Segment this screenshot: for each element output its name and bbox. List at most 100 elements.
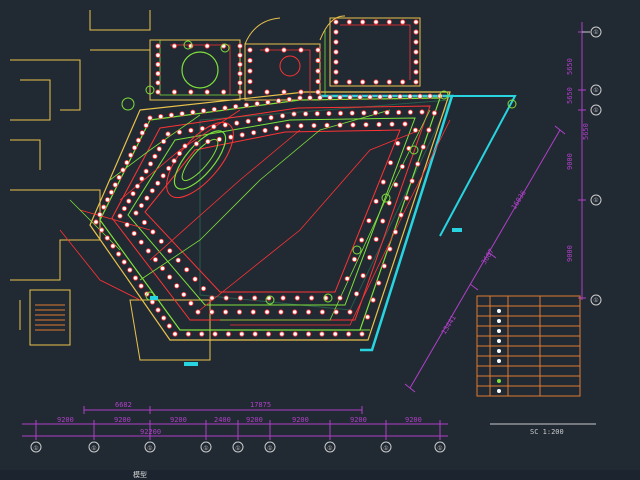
light-fixture xyxy=(211,106,217,113)
light-fixture xyxy=(200,285,207,292)
light-fixture xyxy=(172,331,178,337)
light-fixture xyxy=(168,112,175,118)
light-fixture xyxy=(149,299,156,305)
light-fixture xyxy=(124,159,130,166)
light-fixture xyxy=(264,309,270,315)
light-fixture xyxy=(389,121,395,127)
light-fixture xyxy=(236,309,243,315)
light-fixture xyxy=(131,230,137,237)
light-fixture xyxy=(387,160,394,166)
light-fixture xyxy=(211,124,217,130)
light-fixture xyxy=(212,331,218,337)
light-fixture xyxy=(127,267,133,273)
light-fixture xyxy=(99,227,105,233)
light-fixture xyxy=(254,101,260,107)
light-fixture xyxy=(346,79,352,85)
light-fixture xyxy=(347,309,353,315)
light-fixture xyxy=(373,236,379,242)
light-fixture xyxy=(297,95,303,101)
light-fixture xyxy=(131,145,138,151)
light-fixture xyxy=(412,127,419,133)
light-fixture xyxy=(265,331,272,337)
light-fixture xyxy=(124,222,130,228)
light-fixture xyxy=(332,331,338,337)
light-fixture xyxy=(417,93,423,99)
light-fixture xyxy=(149,188,155,194)
light-fixture xyxy=(333,49,339,55)
light-fixture xyxy=(179,111,185,117)
light-fixture xyxy=(222,105,228,111)
light-fixture xyxy=(156,146,162,152)
light-fixture xyxy=(209,309,215,315)
light-fixture xyxy=(120,167,126,173)
light-fixture xyxy=(247,89,253,95)
light-fixture xyxy=(171,158,177,164)
bottom-dim-label: 9200 xyxy=(170,416,187,424)
light-fixture xyxy=(291,111,297,117)
axis-bubble-label: ① xyxy=(593,107,598,114)
light-fixture xyxy=(155,180,161,186)
light-fixture xyxy=(237,89,243,95)
light-fixture xyxy=(138,202,145,209)
light-fixture xyxy=(166,323,172,329)
light-fixture xyxy=(225,331,232,337)
light-fixture xyxy=(237,80,243,86)
light-fixture xyxy=(294,295,300,301)
light-fixture xyxy=(415,161,421,167)
light-fixture xyxy=(101,204,107,210)
light-fixture xyxy=(181,291,187,298)
light-fixture xyxy=(234,120,240,126)
light-fixture xyxy=(333,19,339,25)
light-fixture xyxy=(395,140,401,146)
light-fixture xyxy=(155,43,161,49)
bottom-dim-label: 2400 xyxy=(214,416,231,424)
bottom-axis-bubbles: ① ① ① ① ① ① ① ① ① xyxy=(30,441,446,453)
light-fixture xyxy=(237,61,243,68)
light-fixture xyxy=(199,331,205,337)
light-fixture xyxy=(314,111,320,117)
light-fixture xyxy=(264,47,270,53)
light-fixture xyxy=(298,123,304,129)
light-fixture xyxy=(195,309,201,315)
light-fixture xyxy=(351,256,358,262)
light-fixture xyxy=(327,94,333,101)
legend-table xyxy=(476,295,581,397)
bottom-dim-label: 9200 xyxy=(405,416,422,424)
light-fixture xyxy=(285,123,291,129)
right-dim-2: 5650 xyxy=(566,87,574,104)
light-fixture xyxy=(392,229,399,235)
light-fixture xyxy=(174,283,180,289)
light-fixture xyxy=(193,141,200,147)
legend-symbols xyxy=(497,309,501,393)
light-fixture xyxy=(247,57,253,64)
light-fixture xyxy=(188,300,194,306)
light-fixture xyxy=(115,251,122,257)
light-fixture xyxy=(216,136,222,142)
light-fixture xyxy=(396,109,402,115)
light-fixture xyxy=(252,295,258,301)
bottom-dim-label: 9200 xyxy=(246,416,263,424)
light-fixture xyxy=(252,331,258,337)
light-fixture xyxy=(381,263,387,269)
light-fixture xyxy=(400,79,406,85)
light-fixture xyxy=(357,94,363,100)
stair-symbol xyxy=(35,304,65,331)
light-fixture xyxy=(347,94,353,100)
light-fixture xyxy=(192,276,198,282)
light-fixture xyxy=(132,275,139,281)
light-fixture xyxy=(147,161,154,167)
cad-drawing-canvas[interactable]: 16036 3607 13441 5650 5650 9000 9000 565… xyxy=(0,0,640,470)
light-fixture xyxy=(286,96,292,103)
light-fixture xyxy=(175,257,181,263)
light-fixture xyxy=(251,130,257,136)
light-fixture xyxy=(176,129,183,135)
light-fixture xyxy=(292,309,298,315)
light-fixture xyxy=(161,315,167,321)
light-fixture xyxy=(353,291,360,297)
status-bar: 模型 xyxy=(0,470,640,480)
light-fixture xyxy=(237,43,243,49)
light-fixture xyxy=(134,183,141,189)
light-fixture xyxy=(139,176,145,182)
model-tab-label[interactable]: 模型 xyxy=(133,470,147,480)
light-fixture xyxy=(223,295,229,301)
